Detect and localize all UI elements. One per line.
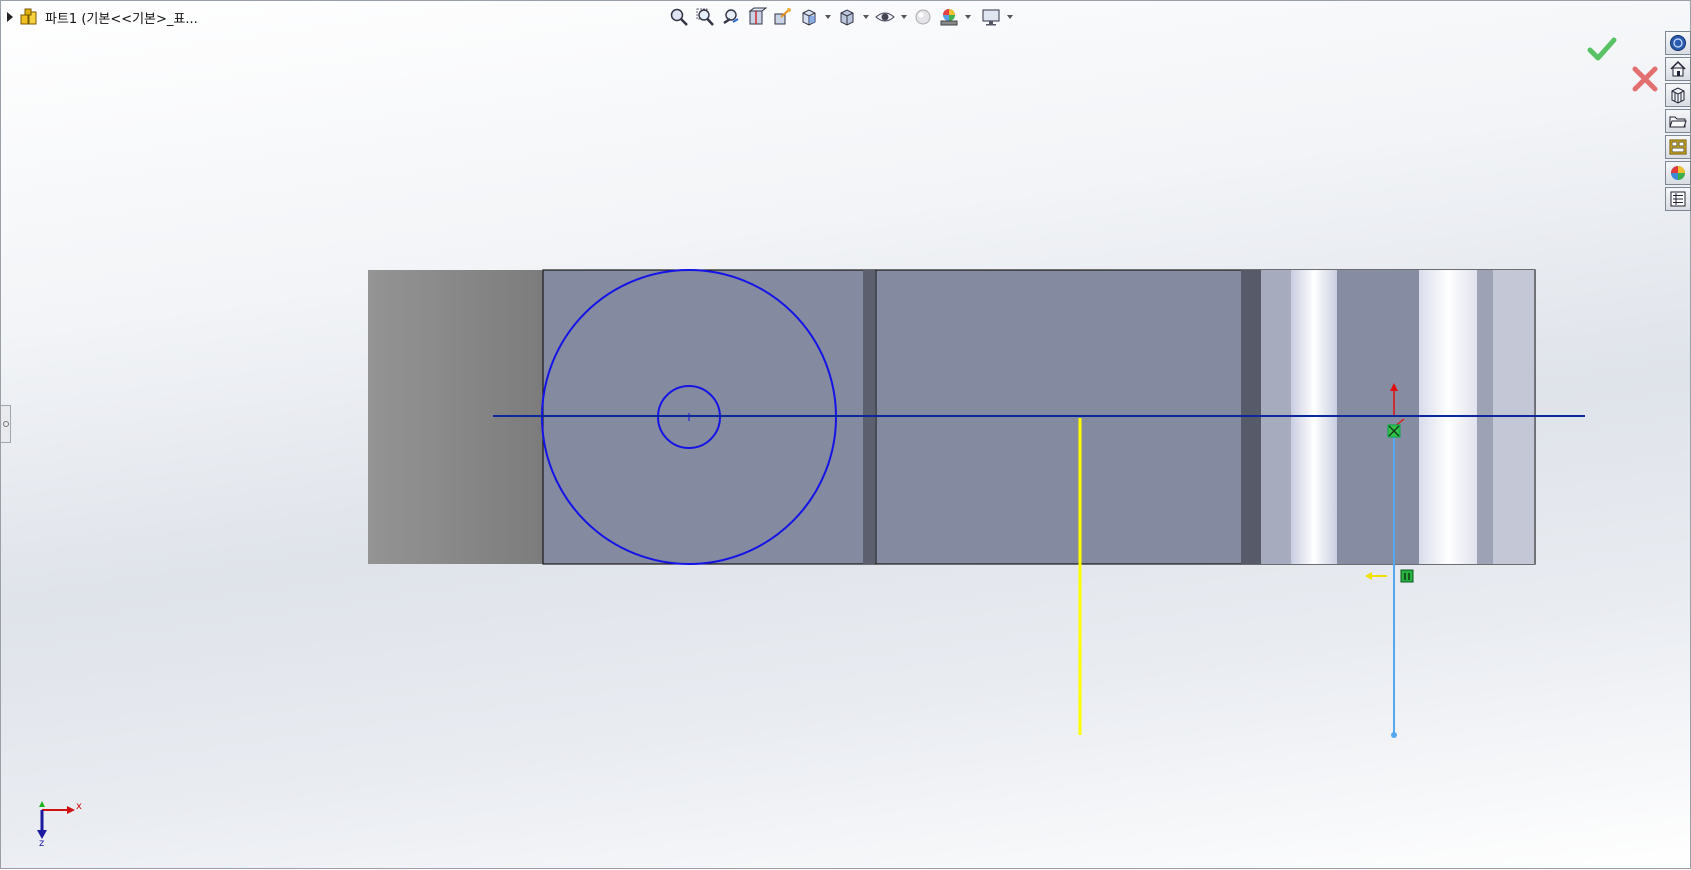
expand-tree-icon[interactable] <box>7 12 13 22</box>
sketch-endpoint[interactable] <box>1391 732 1397 738</box>
home-icon[interactable] <box>1665 57 1691 81</box>
task-pane-tabs <box>1665 31 1691 211</box>
confirm-cancel-icon[interactable] <box>1631 65 1659 93</box>
solidworks-resources-icon[interactable] <box>1665 31 1691 55</box>
view-settings-menu[interactable] <box>1005 5 1015 29</box>
feature-manager-expand-handle[interactable] <box>1 405 11 443</box>
part-icon <box>19 8 39 26</box>
triad-z-label: z <box>39 838 45 849</box>
zoom-to-fit-icon[interactable] <box>667 5 691 29</box>
apply-scene-menu[interactable] <box>963 5 973 29</box>
section-view-icon[interactable] <box>745 5 769 29</box>
previous-view-icon[interactable] <box>719 5 743 29</box>
triad-x-label: x <box>76 801 82 812</box>
display-style-menu[interactable] <box>861 5 871 29</box>
model-view[interactable] <box>1 1 1691 870</box>
design-library-icon[interactable] <box>1665 83 1691 107</box>
file-explorer-icon[interactable] <box>1665 109 1691 133</box>
confirm-ok-icon[interactable] <box>1587 35 1617 63</box>
apply-scene-icon[interactable] <box>937 5 961 29</box>
horizontal-relation-icon[interactable] <box>1400 569 1414 583</box>
view-settings-icon[interactable] <box>979 5 1003 29</box>
direction-arrow-head <box>1365 572 1372 580</box>
edit-appearance-icon[interactable] <box>911 5 935 29</box>
part-name-label: 파트1 (기본<<기본>_표... <box>45 11 198 27</box>
view-palette-icon[interactable] <box>1665 135 1691 159</box>
zoom-to-area-icon[interactable] <box>693 5 717 29</box>
custom-properties-icon[interactable] <box>1665 187 1691 211</box>
dynamic-annotation-view-icon[interactable] <box>771 5 795 29</box>
feature-tree-flyout[interactable]: 파트1 (기본<<기본>_표... <box>5 7 198 27</box>
view-orientation-icon[interactable] <box>797 5 821 29</box>
view-orientation-menu[interactable] <box>823 5 833 29</box>
hide-show-items-icon[interactable] <box>873 5 897 29</box>
appearances-icon[interactable] <box>1665 161 1691 185</box>
hide-show-items-menu[interactable] <box>899 5 909 29</box>
graphics-area[interactable]: 파트1 (기본<<기본>_표... x z <box>1 1 1691 870</box>
display-style-icon[interactable] <box>835 5 859 29</box>
heads-up-view-toolbar <box>667 4 1015 30</box>
